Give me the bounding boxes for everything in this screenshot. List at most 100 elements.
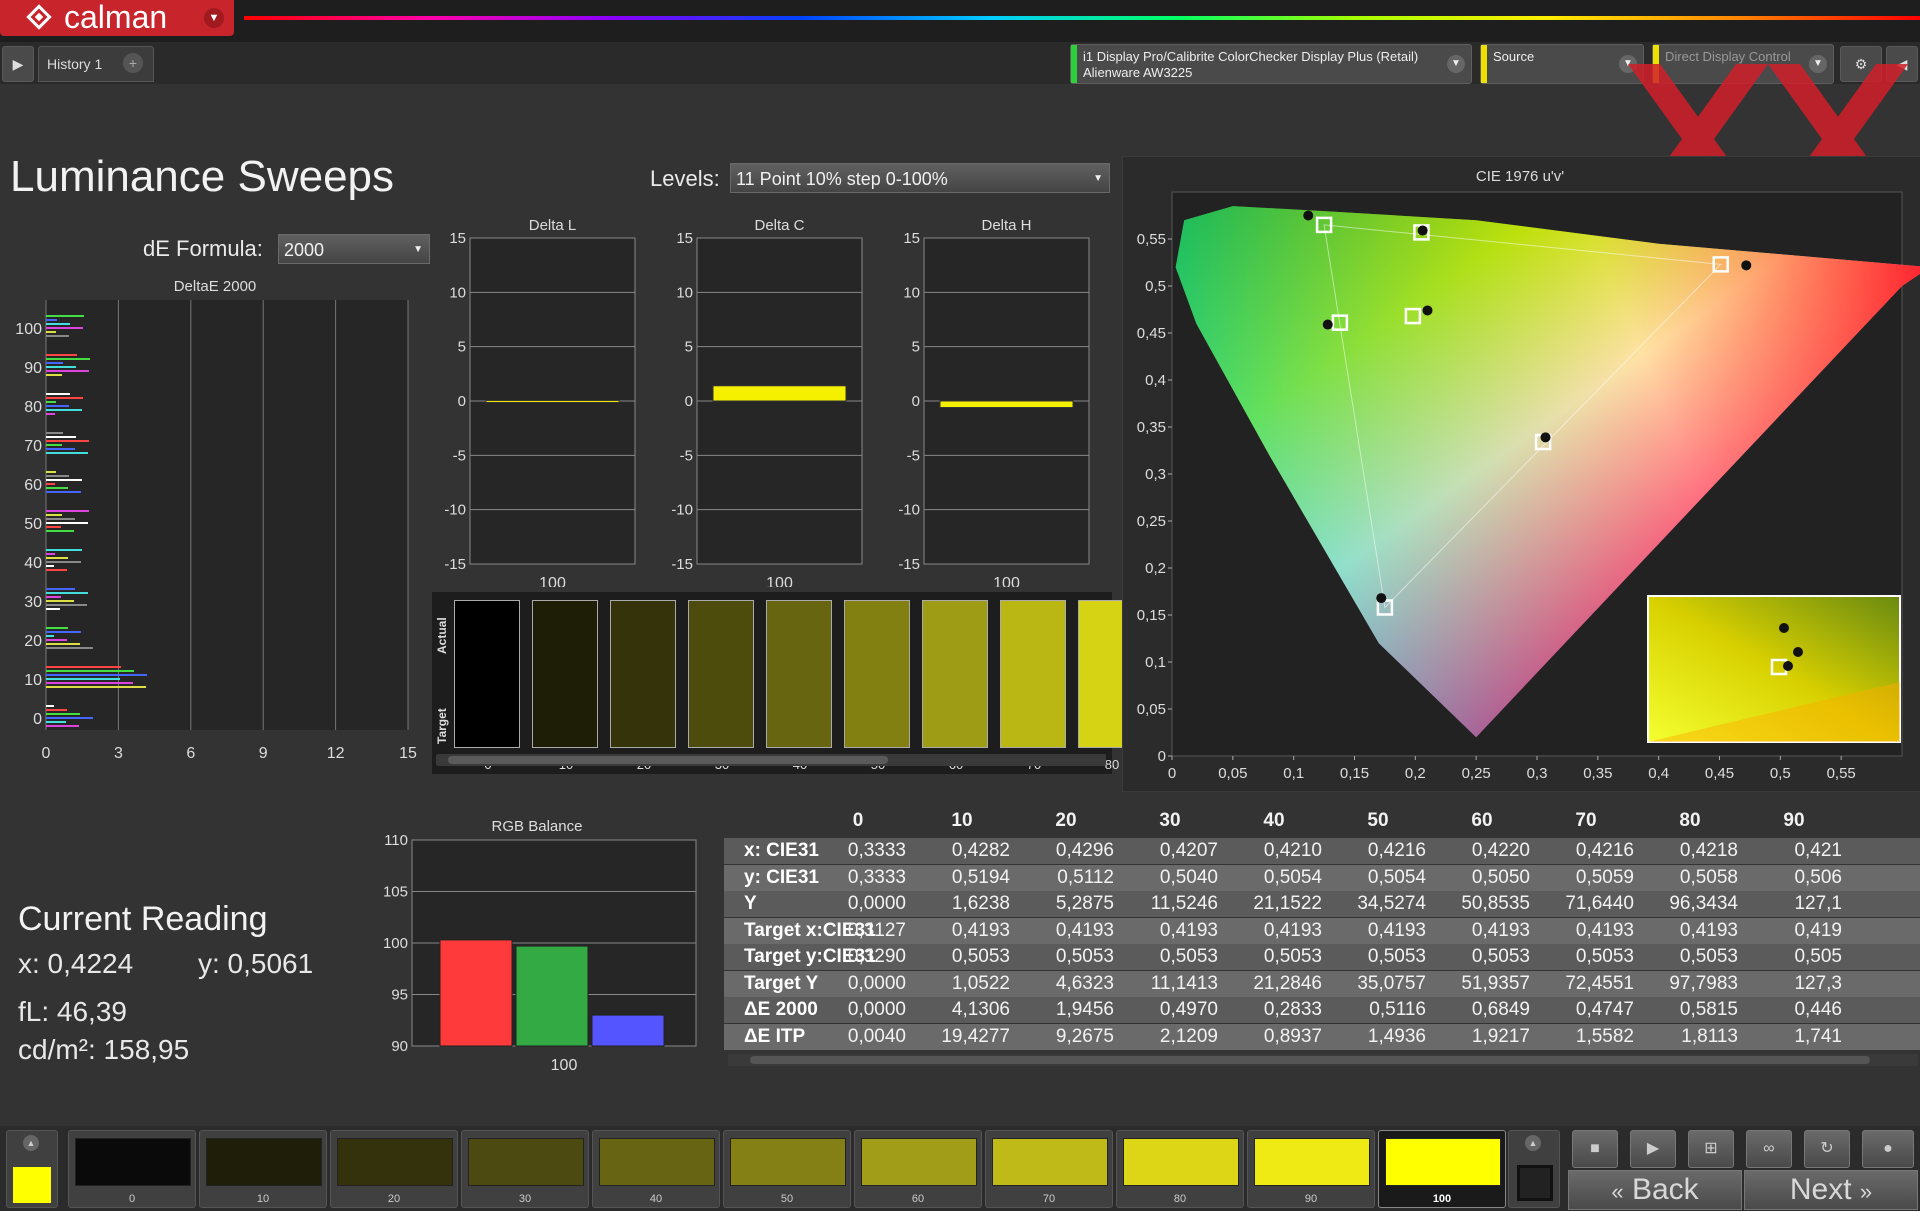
play-icon[interactable]: ▶ — [2, 46, 34, 82]
tab-history-1[interactable]: History 1 + — [38, 46, 154, 82]
patch-label: 90 — [1304, 1193, 1318, 1205]
patch-button[interactable]: 0 — [68, 1130, 196, 1208]
meter-name: i1 Display Pro/Calibrite ColorChecker Di… — [1083, 49, 1419, 64]
reading-y: y: 0,5061 — [198, 948, 314, 979]
swatch-item[interactable]: 10 — [532, 600, 598, 772]
back-button[interactable]: « Back — [1568, 1170, 1742, 1210]
table-cell: 0,4747 — [1575, 999, 1634, 1020]
chevron-down-icon[interactable]: ▼ — [204, 8, 224, 28]
measurement-table: 0 10 20 30 40 50 60 70 80 90 x: CIE31 0,3333 0,4282… — [724, 808, 1920, 1072]
patch-label: 0 — [128, 1193, 136, 1205]
next-label: Next — [1789, 1173, 1852, 1206]
cie-x-tick: 0,55 — [1827, 765, 1856, 782]
delta-y-tick: 15 — [676, 230, 693, 247]
cie-y-tick: 0,5 — [1145, 278, 1166, 295]
table-cell: 0,505 — [1794, 946, 1842, 967]
read-series-button[interactable]: ⊞ — [1688, 1130, 1734, 1168]
table-cell: 0,5112 — [1057, 866, 1114, 888]
delta-x-label: 100 — [993, 575, 1020, 587]
patch-button[interactable]: 60 — [854, 1130, 982, 1208]
patch-button[interactable]: 40 — [592, 1130, 720, 1208]
play-button[interactable]: ▶ — [1630, 1130, 1676, 1168]
swatch-item[interactable]: 20 — [610, 600, 676, 772]
table-row: ΔE ITP 0,0040 19,4277 9,2675 2,1209 0,8937 1,4… — [724, 1023, 1920, 1050]
table-cell: 21,2846 — [1253, 972, 1322, 994]
patch-label: 60 — [911, 1193, 925, 1205]
title-bar — [0, 0, 1920, 42]
table-header: 0 10 20 30 40 50 60 70 80 90 — [724, 808, 1920, 836]
table-cell: 0,5053 — [1575, 946, 1634, 967]
deltae-y-tick: 0 — [33, 711, 42, 728]
refresh-button[interactable]: ↻ — [1804, 1130, 1850, 1168]
current-swatch-button[interactable]: ▲ — [6, 1130, 58, 1208]
patch-label: 70 — [1042, 1193, 1056, 1205]
swatch-item[interactable]: 0 — [454, 600, 520, 772]
table-cell: 1,9217 — [1471, 1025, 1530, 1047]
swatch-item[interactable]: 70 — [1000, 600, 1066, 772]
table-cell: 0,5194 — [951, 866, 1010, 888]
swatch-item[interactable]: 40 — [766, 600, 832, 772]
table-cell: 0,4282 — [951, 840, 1010, 861]
swatch-item[interactable]: 50 — [844, 600, 910, 772]
swatch-item[interactable]: 60 — [922, 600, 988, 772]
cie-x-tick: 0,15 — [1340, 765, 1369, 782]
rgb-balance-chart: 110 105 100 95 90 100 — [383, 832, 697, 1070]
rgb-y-tick: 100 — [383, 935, 408, 952]
calman-logo-menu[interactable]: calman ▼ — [0, 0, 234, 36]
chevron-up-icon[interactable]: ▲ — [1525, 1135, 1541, 1151]
swatch-item[interactable]: 30 — [688, 600, 754, 772]
record-button[interactable]: ● — [1862, 1130, 1914, 1168]
next-button[interactable]: Next » — [1744, 1170, 1918, 1210]
deltae-y-tick: 100 — [15, 321, 42, 338]
table-cell: 0,5053 — [1471, 946, 1530, 967]
table-cell: 0,4218 — [1679, 840, 1738, 861]
cie-y-tick: 0,3 — [1145, 466, 1166, 483]
column-header: 50 — [1367, 810, 1389, 831]
stop-measure-button[interactable]: ▲ — [1508, 1130, 1560, 1208]
chevron-down-icon[interactable]: ▼ — [1447, 55, 1465, 73]
chevron-up-icon[interactable]: ▲ — [23, 1135, 39, 1151]
source-label: Source — [1493, 49, 1535, 64]
measured-point — [1422, 305, 1433, 316]
patch-button[interactable]: 80 — [1116, 1130, 1244, 1208]
column-header: 0 — [852, 810, 864, 831]
patch-button[interactable]: 70 — [985, 1130, 1113, 1208]
table-cell: 0,5053 — [951, 946, 1010, 967]
table-cell: 0,4220 — [1471, 840, 1530, 861]
patch-button[interactable]: 20 — [330, 1130, 458, 1208]
continuous-button[interactable]: ∞ — [1746, 1130, 1792, 1168]
cie-y-tick: 0 — [1158, 748, 1166, 765]
table-cell: 0,6849 — [1471, 999, 1530, 1020]
double-chevron-right-icon: » — [1859, 1179, 1873, 1204]
patch-label: 80 — [1173, 1193, 1187, 1205]
rgb-bar-blue — [591, 1014, 665, 1047]
rgb-bar-red — [439, 939, 513, 1047]
swatch-scrollbar[interactable] — [436, 754, 1106, 766]
display-name: Alienware AW3225 — [1083, 65, 1193, 80]
patch-color — [861, 1138, 977, 1186]
table-cell: 0,0040 — [847, 1025, 906, 1047]
meter-selector[interactable]: i1 Display Pro/Calibrite ColorChecker Di… — [1070, 44, 1472, 84]
deltae-x-tick: 3 — [114, 745, 123, 762]
scrollbar-thumb[interactable] — [750, 1056, 1870, 1064]
cie-x-tick: 0,3 — [1527, 765, 1548, 782]
table-scrollbar[interactable] — [728, 1054, 1918, 1066]
patch-button[interactable]: 50 — [723, 1130, 851, 1208]
patch-button[interactable]: 30 — [461, 1130, 589, 1208]
de-formula-select[interactable]: 2000 ▼ — [278, 234, 430, 264]
levels-select[interactable]: 11 Point 10% step 0-100% ▼ — [730, 163, 1110, 193]
scrollbar-thumb[interactable] — [448, 756, 888, 764]
deltae-y-tick: 70 — [24, 438, 42, 455]
patch-button[interactable]: 10 — [199, 1130, 327, 1208]
table-cell: 9,2675 — [1055, 1025, 1114, 1047]
rgb-x-label: 100 — [551, 1057, 578, 1070]
patch-button[interactable]: 100 — [1378, 1130, 1506, 1208]
stop-button[interactable]: ■ — [1572, 1130, 1618, 1168]
deltae-y-tick: 80 — [24, 399, 42, 416]
patch-button[interactable]: 90 — [1247, 1130, 1375, 1208]
cie-x-tick: 0,1 — [1283, 765, 1304, 782]
delta-y-tick: 15 — [903, 230, 920, 247]
source-selector[interactable]: Source ▼ — [1480, 44, 1644, 84]
table-cell: 0,2833 — [1263, 999, 1322, 1020]
add-tab-icon[interactable]: + — [123, 53, 143, 73]
